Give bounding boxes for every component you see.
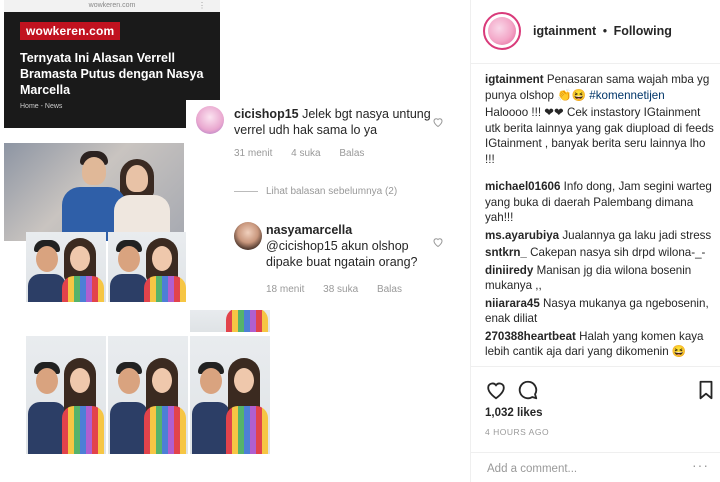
photo-face (82, 157, 106, 185)
comment-1-reply: Balas (339, 148, 365, 159)
selfie-tile (108, 232, 188, 302)
comment-1-text: cicishop15 Jelek bgt nasya untung verrel… (234, 106, 434, 138)
comment-2-user: nasyamarcella (266, 223, 353, 237)
list-item: sntkrn_ Cakepan nasya sih drpd wilona-_- (485, 245, 715, 261)
caption-hashtag[interactable]: #komennetijen (589, 89, 664, 102)
comment-2-meta: 18 menit 38 suka Balas (266, 284, 418, 295)
post-panel: igtainment • Following igtainment Penasa… (470, 0, 720, 482)
comment-user[interactable]: sntkrn_ (485, 246, 527, 259)
follow-button[interactable]: Following (614, 24, 672, 38)
speech-bubble-icon[interactable] (517, 379, 539, 401)
comment-user[interactable]: diniiredy (485, 264, 533, 277)
add-comment-bar: ··· (471, 452, 720, 482)
comment-text: Cakepan nasya sih drpd wilona-_- (530, 246, 706, 259)
header-line: igtainment • Following (533, 24, 672, 38)
news-url-bar: wowkeren.com ⋮ (4, 0, 220, 12)
couple-photo (4, 143, 184, 241)
account-username[interactable]: igtainment (533, 24, 596, 38)
list-item: 270388heartbeat Halah yang komen kaya le… (485, 329, 715, 360)
comment-2-text: nasyamarcella @cicishop15 akun olshop di… (266, 222, 424, 270)
comment-user[interactable]: 270388heartbeat (485, 330, 576, 343)
comment-user[interactable]: michael01606 (485, 180, 560, 193)
view-previous-replies: Lihat balasan sebelumnya (2) (234, 186, 397, 197)
selfie-tile (26, 232, 106, 302)
more-icon: ⋮ (198, 1, 206, 10)
caption-extra: Haloooo !!! ❤❤ Cek instastory IGtainment… (485, 106, 714, 166)
comment-1-time: 31 menit (234, 148, 273, 159)
comment-screenshot: cicishop15 Jelek bgt nasya untung verrel… (186, 100, 470, 310)
heart-icon[interactable] (432, 236, 444, 248)
caption-user[interactable]: igtainment (485, 73, 544, 86)
comment-user[interactable]: niiarara45 (485, 297, 540, 310)
add-comment-input[interactable] (485, 458, 689, 480)
post-image[interactable]: wowkeren.com ⋮ wowkeren.com Ternyata Ini… (0, 0, 470, 482)
comment-2-likes: 38 suka (323, 284, 359, 295)
list-item: michael01606 Info dong, Jam segini warte… (485, 179, 715, 226)
separator: • (602, 24, 608, 38)
comment-1-meta: 31 menit 4 suka Balas (234, 148, 380, 159)
bookmark-icon[interactable] (695, 379, 717, 401)
comment-1-user: cicishop15 (234, 107, 299, 121)
avatar[interactable] (483, 12, 521, 50)
likes-count[interactable]: 1,032 likes (485, 407, 543, 419)
comment-2-time: 18 menit (266, 284, 305, 295)
caption: igtainment Penasaran sama wajah mba yg p… (485, 72, 715, 103)
comment-text: Jualannya ga laku jadi stress (562, 228, 712, 242)
news-url: wowkeren.com (88, 2, 136, 9)
post-timestamp: 4 HOURS AGO (485, 427, 550, 437)
comment-user[interactable]: ms.ayarubiya (485, 229, 559, 242)
selfie-tile (108, 336, 188, 454)
heart-icon[interactable] (485, 379, 507, 401)
selfie-tile (26, 336, 106, 454)
comment-2-reply: Balas (376, 284, 402, 295)
heart-icon[interactable] (432, 116, 444, 128)
action-bar: 1,032 likes 4 HOURS AGO (471, 366, 720, 452)
news-headline: Ternyata Ini Alasan Verrell Bramasta Put… (20, 51, 204, 97)
list-item: ms.ayarubiya Jualannya ga laku jadi stre… (485, 228, 715, 244)
commenter-avatar (234, 222, 262, 250)
photo-face (126, 165, 148, 192)
commenter-avatar (196, 106, 224, 134)
more-options-icon[interactable]: ··· (692, 457, 709, 473)
comment-2-body: @cicishop15 akun olshop dipake buat ngat… (266, 239, 418, 269)
list-item: diniiredy Manisan jg dia wilona bosenin … (485, 263, 715, 294)
list-item: niiarara45 Nasya mukanya ga ngebosenin, … (485, 296, 715, 327)
comment-1-likes: 4 suka (291, 148, 321, 159)
selfie-tile (190, 336, 270, 454)
news-logo: wowkeren.com (20, 22, 121, 40)
post-header: igtainment • Following (471, 0, 720, 64)
selfie-tile (190, 308, 270, 332)
comment-thread: igtainment Penasaran sama wajah mba yg p… (485, 72, 715, 362)
